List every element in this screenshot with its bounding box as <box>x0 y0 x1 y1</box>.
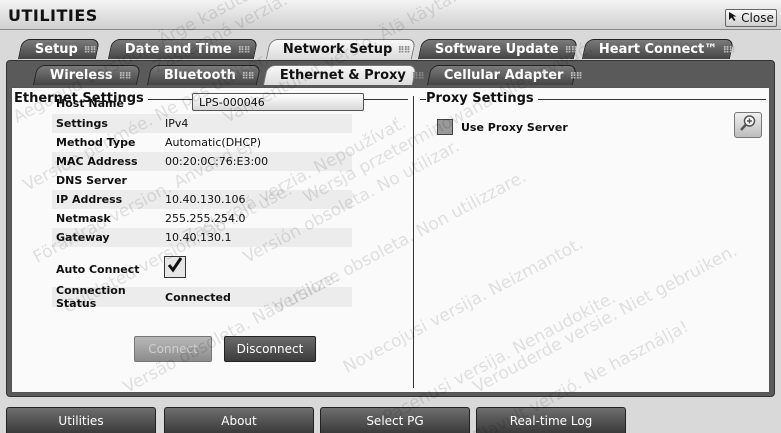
tab-label: Network Setup <box>282 42 393 57</box>
settings-label: Settings <box>56 117 108 130</box>
close-label: Close <box>741 11 774 25</box>
tab-label: Bluetooth <box>163 68 236 83</box>
tab-label: Setup <box>34 42 78 57</box>
tab-network-setup[interactable]: Network Setup ⠿⠿ <box>265 39 417 59</box>
checkmark-icon <box>166 256 184 279</box>
host-name-label: Host Name <box>56 97 124 110</box>
use-proxy-checkbox[interactable] <box>437 119 453 135</box>
grip-icon: ⠿⠿ <box>397 46 411 56</box>
ip-address-label: IP Address <box>56 193 123 206</box>
grip-icon: ⠿⠿ <box>411 72 424 82</box>
cursor-arrow-icon <box>728 11 739 25</box>
section-divider <box>413 96 414 388</box>
tab-label: Software Update <box>434 42 559 57</box>
gateway-row: Gateway 10.40.130.1 <box>52 228 352 247</box>
tab-heart-connect[interactable]: Heart Connect™ ⠿⠿ <box>581 39 735 59</box>
grip-icon: ⠿⠿ <box>237 46 250 56</box>
network-setup-panel: Wireless ⠿⠿ Bluetooth ⠿⠿ Ethernet & Proxy ⠿… <box>6 60 775 397</box>
ethernet-proxy-content: Ethernet Settings Host Name LPS-000046 S… <box>11 87 770 393</box>
tab-wireless[interactable]: Wireless ⠿⠿ <box>32 65 142 85</box>
grip-icon: ⠿⠿ <box>83 46 96 56</box>
select-pg-nav-button[interactable]: Select PG <box>320 407 470 433</box>
tab-label: Wireless <box>49 68 113 83</box>
connection-status-label: Connection Status <box>56 284 126 310</box>
gateway-label: Gateway <box>56 231 110 244</box>
auto-connect-row: Auto Connect <box>52 258 352 280</box>
tab-label: Date and Time <box>124 42 232 57</box>
disconnect-button[interactable]: Disconnect <box>224 336 316 362</box>
secondary-tabs: Wireless ⠿⠿ Bluetooth ⠿⠿ Ethernet & Proxy ⠿… <box>7 64 776 86</box>
tab-cellular-adapter[interactable]: Cellular Adapter ⠿⠿ <box>426 65 581 85</box>
dns-server-row: DNS Server <box>52 171 352 190</box>
utilities-nav-button[interactable]: Utilities <box>6 407 156 433</box>
tab-software-update[interactable]: Software Update ⠿⠿ <box>417 39 579 59</box>
method-type-value: Automatic(DHCP) <box>165 136 262 149</box>
ip-address-row: IP Address 10.40.130.106 <box>52 190 352 209</box>
mac-address-row: MAC Address 00:20:0C:76:E3:00 <box>52 152 352 171</box>
app-title: UTILITIES <box>8 6 98 25</box>
grip-icon: ⠿⠿ <box>118 72 131 82</box>
main-area: Setup ⠿⠿ Date and Time ⠿⠿ Network Setup ⠿⠿ … <box>6 38 775 398</box>
settings-row: Settings IPv4 <box>52 114 352 133</box>
about-nav-button[interactable]: About <box>164 407 314 433</box>
mac-address-value: 00:20:0C:76:E3:00 <box>165 155 269 168</box>
method-type-label: Method Type <box>56 136 136 149</box>
connect-button[interactable]: Connect <box>134 336 212 362</box>
grip-icon: ⠿⠿ <box>564 46 577 56</box>
auto-connect-label: Auto Connect <box>56 262 140 276</box>
use-proxy-label: Use Proxy Server <box>461 121 568 134</box>
host-name-field[interactable]: LPS-000046 <box>192 93 364 111</box>
grip-icon: ⠿⠿ <box>241 72 254 82</box>
close-button[interactable]: Close <box>725 9 777 27</box>
gateway-value: 10.40.130.1 <box>165 231 232 244</box>
method-type-row: Method Type Automatic(DHCP) <box>52 133 352 152</box>
bottom-nav: Utilities About Select PG Real-time Log <box>0 407 781 433</box>
tab-ethernet-proxy[interactable]: Ethernet & Proxy ⠿⠿ <box>262 65 424 85</box>
tab-label: Ethernet & Proxy <box>279 68 406 83</box>
proxy-settings-title: Proxy Settings <box>426 91 538 106</box>
tab-bluetooth[interactable]: Bluetooth ⠿⠿ <box>146 65 262 85</box>
connection-status-row: Connection Status Connected <box>52 284 352 310</box>
tab-label: Cellular Adapter <box>443 68 564 83</box>
primary-tabs: Setup ⠿⠿ Date and Time ⠿⠿ Network Setup ⠿⠿ … <box>6 38 775 60</box>
title-bar: UTILITIES Close <box>0 0 781 30</box>
magnifier-plus-icon <box>739 114 757 136</box>
netmask-label: Netmask <box>56 212 111 225</box>
grip-icon: ⠿⠿ <box>722 46 735 56</box>
grip-icon: ⠿⠿ <box>569 72 582 82</box>
tab-date-and-time[interactable]: Date and Time ⠿⠿ <box>107 39 259 59</box>
realtime-log-nav-button[interactable]: Real-time Log <box>476 407 626 433</box>
proxy-edit-button[interactable] <box>734 112 762 138</box>
tab-label: Heart Connect™ <box>598 42 718 57</box>
connection-status-value: Connected <box>165 290 231 304</box>
netmask-value: 255.255.254.0 <box>165 212 246 225</box>
mac-address-label: MAC Address <box>56 155 138 168</box>
ip-address-value: 10.40.130.106 <box>165 193 246 206</box>
netmask-row: Netmask 255.255.254.0 <box>52 209 352 228</box>
auto-connect-checkbox[interactable] <box>164 256 186 278</box>
settings-value: IPv4 <box>165 117 189 130</box>
dns-server-label: DNS Server <box>56 174 127 187</box>
tab-setup[interactable]: Setup ⠿⠿ <box>17 39 101 59</box>
